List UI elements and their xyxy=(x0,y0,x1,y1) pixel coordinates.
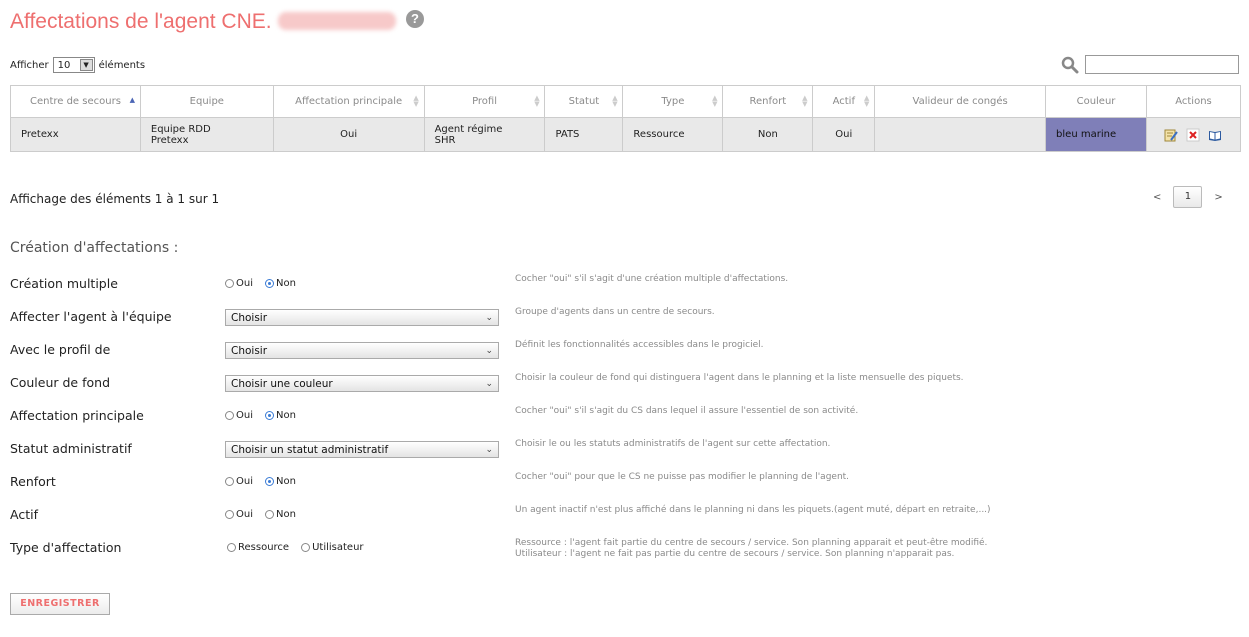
hint-profil: Définit les fonctionnalités accessibles … xyxy=(515,340,764,350)
table-row: Pretexx Equipe RDD Pretexx Oui Agent régi… xyxy=(10,117,1242,152)
hint-actif: Un agent inactif n'est plus affiché dans… xyxy=(515,505,991,515)
chevron-down-icon: ⌄ xyxy=(485,378,493,389)
label-actif: Actif xyxy=(10,507,38,522)
col-actions: Actions xyxy=(1145,85,1242,118)
row-profil: Avec le profil de Choisir ⌄ Définit les f… xyxy=(10,340,1241,362)
col-principale[interactable]: Affectation principale ▲ ▼ xyxy=(272,85,425,118)
row-couleur: Couleur de fond Choisir une couleur ⌄ Cho… xyxy=(10,373,1241,395)
label-type: Type d'affectation xyxy=(10,540,122,555)
col-centre[interactable]: Centre de secours ▲ xyxy=(10,85,141,118)
label-profil: Avec le profil de xyxy=(10,342,111,357)
next-page-button[interactable]: > xyxy=(1214,192,1222,203)
col-statut[interactable]: Statut ▲ ▼ xyxy=(544,85,624,118)
principale-non-radio[interactable]: Non xyxy=(265,410,296,421)
sort-icon: ▲ ▼ xyxy=(534,94,540,108)
statut-select[interactable]: Choisir un statut administratif ⌄ xyxy=(225,441,499,458)
cell-type: Ressource xyxy=(622,117,724,152)
hint-statut: Choisir le ou les statuts administratifs… xyxy=(515,439,831,449)
col-type[interactable]: Type ▲ ▼ xyxy=(622,85,724,118)
sort-icon: ▲ ▼ xyxy=(712,94,718,108)
label-renfort: Renfort xyxy=(10,474,56,489)
edit-icon[interactable] xyxy=(1164,128,1179,142)
search-input[interactable] xyxy=(1085,55,1239,74)
couleur-select[interactable]: Choisir une couleur ⌄ xyxy=(225,375,499,392)
hint-renfort: Cocher "oui" pour que le CS ne puisse pa… xyxy=(515,472,850,482)
col-couleur: Couleur xyxy=(1045,85,1147,118)
section-title: Création d'affectations : xyxy=(10,240,179,256)
multiple-oui-radio[interactable]: Oui xyxy=(225,278,253,289)
cell-valideur xyxy=(874,117,1047,152)
cell-renfort: Non xyxy=(722,117,814,152)
chevron-down-icon: ⌄ xyxy=(485,444,493,455)
chevron-down-icon: ▼ xyxy=(79,59,93,71)
cell-centre: Pretexx xyxy=(10,117,141,152)
row-type: Type d'affectation Ressource Utilisateur… xyxy=(10,538,1241,560)
pagination: < 1 > xyxy=(1153,186,1223,208)
cell-equipe: Equipe RDD Pretexx xyxy=(139,117,274,152)
hint-equipe: Groupe d'agents dans un centre de secour… xyxy=(515,307,715,317)
label-equipe: Affecter l'agent à l'équipe xyxy=(10,309,172,324)
col-actif[interactable]: Actif ▲ ▼ xyxy=(812,85,876,118)
row-multiple: Création multiple Oui Non Cocher "oui" s… xyxy=(10,274,1241,296)
prev-page-button[interactable]: < xyxy=(1153,192,1161,203)
cell-profil: Agent régime SHR xyxy=(423,117,546,152)
cell-actif: Oui xyxy=(812,117,876,152)
actif-non-radio[interactable]: Non xyxy=(265,509,296,520)
chevron-down-icon: ⌄ xyxy=(485,345,493,356)
col-profil[interactable]: Profil ▲ ▼ xyxy=(423,85,546,118)
row-principale: Affectation principale Oui Non Cocher "o… xyxy=(10,406,1241,428)
type-ressource-radio[interactable]: Ressource xyxy=(227,542,289,553)
row-statut: Statut administratif Choisir un statut a… xyxy=(10,439,1241,461)
col-valideur: Valideur de congés xyxy=(874,85,1047,118)
row-equipe: Affecter l'agent à l'équipe Choisir ⌄ Gro… xyxy=(10,307,1241,329)
hint-principale: Cocher "oui" s'il s'agit du CS dans lequ… xyxy=(515,406,859,416)
save-button[interactable]: ENREGISTRER xyxy=(10,593,110,615)
length-control: Afficher 10 ▼ éléments xyxy=(10,57,145,73)
cell-principale: Oui xyxy=(272,117,425,152)
length-select[interactable]: 10 ▼ xyxy=(52,57,95,73)
assignments-table: Centre de secours ▲ Equipe Affectation pr… xyxy=(10,85,1242,152)
label-principale: Affectation principale xyxy=(10,408,144,423)
book-icon[interactable] xyxy=(1208,128,1222,142)
chevron-down-icon: ⌄ xyxy=(485,312,493,323)
help-icon[interactable]: ? xyxy=(406,10,424,28)
length-prefix: Afficher xyxy=(10,59,49,71)
length-value: 10 xyxy=(57,59,71,71)
row-renfort: Renfort Oui Non Cocher "oui" pour que le… xyxy=(10,472,1241,494)
hint-type: Ressource : l'agent fait partie du centr… xyxy=(515,538,988,559)
hint-multiple: Cocher "oui" s'il s'agit d'une création … xyxy=(515,274,789,284)
multiple-non-radio[interactable]: Non xyxy=(265,278,296,289)
sort-icon: ▲ ▼ xyxy=(864,94,870,108)
sort-icon: ▲ ▼ xyxy=(802,94,808,108)
cell-statut: PATS xyxy=(544,117,624,152)
actif-oui-radio[interactable]: Oui xyxy=(225,509,253,520)
renfort-non-radio[interactable]: Non xyxy=(265,476,296,487)
hint-couleur: Choisir la couleur de fond qui distingue… xyxy=(515,373,964,383)
col-equipe: Equipe xyxy=(139,85,274,118)
label-statut: Statut administratif xyxy=(10,441,132,456)
page-title: Affectations de l'agent CNE. xyxy=(10,10,396,34)
cell-couleur: bleu marine xyxy=(1045,117,1147,152)
label-couleur: Couleur de fond xyxy=(10,375,110,390)
page-1-button[interactable]: 1 xyxy=(1173,186,1203,208)
sort-icon: ▲ ▼ xyxy=(612,94,618,108)
search-icon xyxy=(1061,56,1079,74)
label-multiple: Création multiple xyxy=(10,276,118,291)
principale-oui-radio[interactable]: Oui xyxy=(225,410,253,421)
redacted-name xyxy=(277,12,396,30)
table-info: Affichage des éléments 1 à 1 sur 1 xyxy=(10,192,220,206)
col-renfort[interactable]: Renfort ▲ ▼ xyxy=(722,85,814,118)
row-actif: Actif Oui Non Un agent inactif n'est plu… xyxy=(10,505,1241,527)
type-utilisateur-radio[interactable]: Utilisateur xyxy=(301,542,364,553)
length-suffix: éléments xyxy=(98,59,146,71)
sort-asc-icon: ▲ xyxy=(129,96,136,104)
delete-icon[interactable] xyxy=(1186,128,1200,142)
cell-actions xyxy=(1145,117,1242,152)
renfort-oui-radio[interactable]: Oui xyxy=(225,476,253,487)
profil-select[interactable]: Choisir ⌄ xyxy=(225,342,499,359)
sort-icon: ▲ ▼ xyxy=(413,94,419,108)
equipe-select[interactable]: Choisir ⌄ xyxy=(225,309,499,326)
